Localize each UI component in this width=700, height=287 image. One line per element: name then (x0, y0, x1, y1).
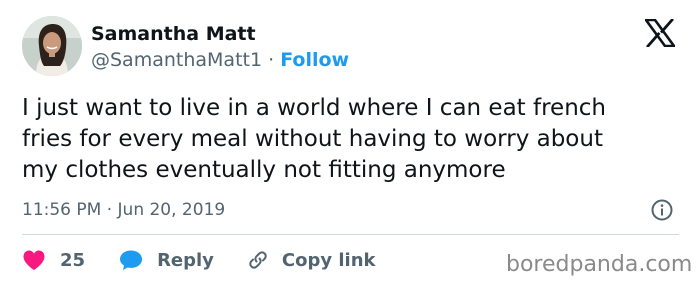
follow-button[interactable]: Follow (280, 49, 349, 71)
author-handle[interactable]: @SamanthaMatt1 (91, 49, 262, 71)
divider (22, 234, 679, 235)
like-button[interactable]: 25 (22, 249, 85, 271)
info-icon[interactable] (650, 198, 674, 222)
handle-separator: · (268, 49, 275, 71)
tweet-timestamp[interactable]: 11:56 PM · Jun 20, 2019 (22, 199, 225, 221)
like-count: 25 (60, 249, 86, 271)
tweet-text: I just want to live in a world where I c… (22, 95, 607, 183)
author-handle-row: @SamanthaMatt1 · Follow (91, 48, 349, 72)
heart-icon (23, 250, 45, 270)
watermark: boredpanda.com (506, 252, 693, 277)
link-icon (249, 251, 267, 269)
reply-button[interactable]: Reply (119, 249, 214, 271)
x-logo-icon[interactable] (643, 18, 677, 48)
copy-link-button[interactable]: Copy link (246, 248, 376, 272)
speech-bubble-icon (120, 250, 143, 270)
reply-label: Reply (157, 249, 214, 271)
avatar[interactable] (22, 16, 82, 76)
tweet-actions: 25 Reply Copy link (22, 246, 376, 274)
copy-link-label: Copy link (281, 249, 376, 271)
author-name[interactable]: Samantha Matt (91, 22, 256, 46)
profile-photo (22, 16, 82, 76)
